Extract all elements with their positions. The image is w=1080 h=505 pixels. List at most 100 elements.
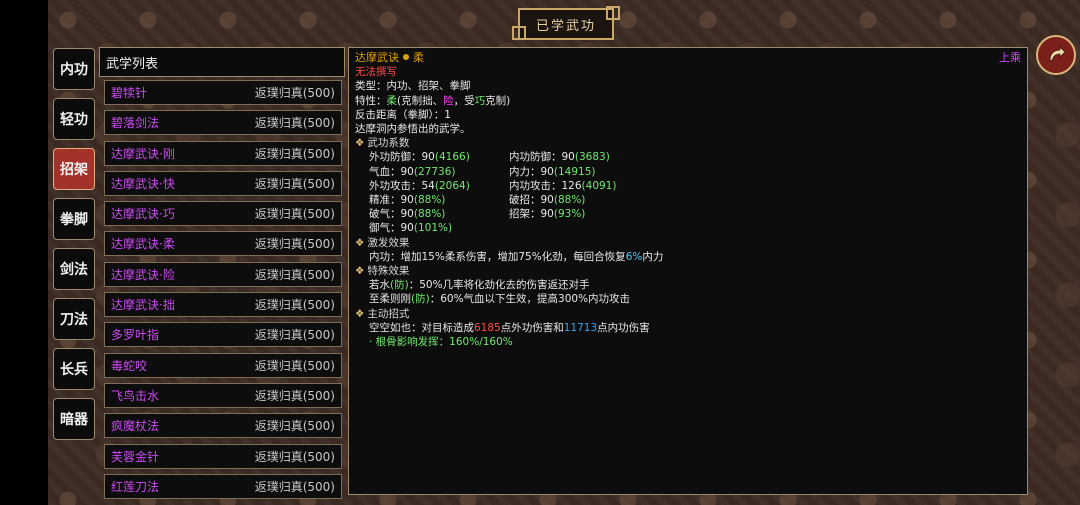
- skill-trait: 特性：柔(克制拙、险，受巧克制): [355, 94, 1021, 108]
- skill-name: 达摩武诀·刚: [111, 146, 175, 161]
- tab-label: 长兵: [60, 362, 88, 378]
- coef-label: 御气：90: [369, 222, 414, 235]
- active-section-title: ❖ 主动招式: [355, 307, 1021, 321]
- active-num-inner: 11713: [563, 321, 598, 334]
- coef-item: 招架：90(93%): [509, 207, 649, 221]
- skill-level: 返璞归真(500): [254, 146, 335, 161]
- active-text: 点外功伤害和: [500, 321, 564, 334]
- coef-label: 内力：90: [509, 165, 554, 178]
- section-label: 激发效果: [367, 236, 410, 249]
- bone-influence: · 根骨影响发挥：160%/160%: [369, 336, 513, 349]
- skill-list-title: 武学列表: [106, 56, 159, 72]
- skill-grade: 上乘: [999, 51, 1021, 64]
- special-tag: (防): [390, 279, 409, 292]
- skill-name: 达摩武诀·拙: [111, 298, 175, 313]
- list-item[interactable]: 飞鸟击水 返璞归真(500): [104, 382, 342, 408]
- section-label: 特殊效果: [367, 265, 410, 278]
- coef-item: 内功攻击：126(4091): [509, 179, 649, 193]
- list-item[interactable]: 多罗叶指 返璞归真(500): [104, 322, 342, 348]
- skill-title-attribute: 柔: [413, 51, 424, 64]
- skill-level: 返璞归真(500): [254, 419, 335, 434]
- section-label: 主动招式: [367, 307, 410, 320]
- skill-description: 达摩洞内参悟出的武学。: [355, 123, 471, 136]
- list-item[interactable]: 疯魔杖法 返璞归真(500): [104, 413, 342, 439]
- trigger-text-end: 内力: [642, 250, 664, 263]
- trait-prefix: 特性：: [355, 94, 387, 107]
- skill-level: 返璞归真(500): [254, 358, 335, 373]
- tab-zhaojia[interactable]: 招架: [53, 148, 95, 190]
- coef-value: (88%): [413, 194, 446, 207]
- skill-level: 返璞归真(500): [254, 267, 335, 282]
- trait-rou: 柔: [386, 94, 398, 107]
- skill-level: 返璞归真(500): [254, 298, 335, 313]
- coef-section-title: ❖ 武功系数: [355, 136, 1021, 150]
- skill-name: 达摩武诀·巧: [111, 207, 175, 222]
- skill-level: 返璞归真(500): [254, 237, 335, 252]
- coef-value: (2064): [434, 179, 470, 192]
- coef-item: 内功防御：90(3683): [509, 150, 649, 164]
- window-title: 已学武功: [512, 6, 620, 40]
- skill-level: 返璞归真(500): [254, 116, 335, 131]
- skill-name: 红莲刀法: [111, 479, 160, 494]
- coef-item: 外功防御：90(4166): [369, 150, 509, 164]
- skill-name: 达摩武诀·险: [111, 267, 175, 282]
- trait-xian: 险: [443, 94, 454, 107]
- skill-name: 达摩武诀·快: [111, 176, 175, 191]
- list-item[interactable]: 达摩武诀·险 返璞归真(500): [104, 261, 342, 287]
- skill-level: 返璞归真(500): [254, 86, 335, 100]
- tab-changbing[interactable]: 长兵: [53, 348, 95, 390]
- coef-label: 精准：90: [369, 194, 414, 207]
- list-item[interactable]: 达摩武诀·巧 返璞归真(500): [104, 201, 342, 227]
- tab-neigong[interactable]: 内功: [53, 48, 95, 90]
- counter-range: 反击距离（拳脚）：1: [355, 108, 451, 121]
- coef-value: (3683): [574, 151, 610, 164]
- back-button[interactable]: [1036, 35, 1076, 75]
- window-title-text: 已学武功: [535, 18, 596, 34]
- trait-text: 克制): [485, 94, 511, 107]
- list-item[interactable]: 达摩武诀·柔 返璞归真(500): [104, 231, 342, 257]
- tab-label: 拳脚: [60, 212, 88, 228]
- special-tag: (防): [411, 293, 430, 306]
- tab-label: 刀法: [60, 312, 88, 328]
- coef-item: 外功攻击：54(2064): [369, 179, 509, 193]
- skill-level: 返璞归真(500): [254, 176, 335, 191]
- tab-daofa[interactable]: 刀法: [53, 298, 95, 340]
- skill-list-panel: 武学列表 碧犊针 返璞归真(500) 碧落剑法 返璞归真(500) 达摩武诀·刚返璞…: [99, 47, 345, 505]
- coef-item: 破气：90(88%): [369, 207, 509, 221]
- coef-label: 外功攻击：54: [369, 179, 435, 192]
- skill-list-header: 武学列表: [99, 47, 345, 77]
- coef-value: (88%): [553, 194, 586, 207]
- tab-qinggong[interactable]: 轻功: [53, 98, 95, 140]
- diamond-icon: ❖: [355, 307, 365, 320]
- coef-value: (93%): [553, 208, 586, 221]
- coef-grid: 外功防御：90(4166) 内功防御：90(3683) 气血：90(27736)…: [355, 150, 1021, 235]
- cannot-write-note: 无法撰写: [355, 66, 397, 79]
- list-item[interactable]: 碧落剑法 返璞归真(500): [104, 110, 342, 136]
- coef-label: 内功防御：90: [509, 151, 575, 164]
- list-item[interactable]: 毒蛇咬 返璞归真(500): [104, 352, 342, 378]
- tab-anqi[interactable]: 暗器: [53, 398, 95, 440]
- trigger-pct: 6%: [625, 250, 643, 263]
- list-item[interactable]: 达摩武诀·快 返璞归真(500): [104, 170, 342, 196]
- skill-name: 疯魔杖法: [111, 419, 160, 434]
- list-item[interactable]: 达摩武诀·拙 返璞归真(500): [104, 292, 342, 318]
- trait-qiao: 巧: [474, 94, 486, 107]
- skill-level: 返璞归真(500): [254, 207, 335, 222]
- list-item[interactable]: 芙蓉金针 返璞归真(500): [104, 443, 342, 469]
- list-item[interactable]: 红莲刀法 返璞归真(500): [104, 473, 342, 499]
- list-item[interactable]: 碧犊针 返璞归真(500): [104, 80, 342, 105]
- list-item[interactable]: 达摩武诀·刚 返璞归真(500): [104, 140, 342, 166]
- coef-label: 内功攻击：126: [509, 179, 582, 192]
- skill-level: 返璞归真(500): [254, 328, 335, 343]
- tab-label: 内功: [60, 62, 88, 78]
- coef-label: 气血：90: [369, 165, 414, 178]
- trait-text: ，受: [453, 94, 475, 107]
- diamond-icon: ❖: [355, 236, 365, 249]
- tab-jianfa[interactable]: 剑法: [53, 248, 95, 290]
- tab-quanjiao[interactable]: 拳脚: [53, 198, 95, 240]
- skill-title: 达摩武诀 柔: [355, 51, 424, 65]
- skill-name: 毒蛇咬: [111, 358, 148, 373]
- active-move: 空空如也：对目标造成6185点外功伤害和11713点内功伤害: [355, 321, 1021, 335]
- coef-label: 招架：90: [509, 208, 554, 221]
- trigger-effect: 内功：增加15%柔系伤害，增加75%化劲，每回合恢复6%内力: [355, 250, 1021, 264]
